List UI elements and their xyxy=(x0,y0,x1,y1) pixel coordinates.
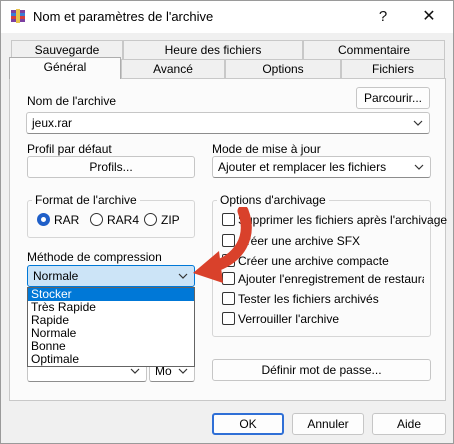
update-mode-value: Ajouter et remplacer les fichiers xyxy=(218,160,387,174)
tab-avance[interactable]: Avancé xyxy=(121,59,225,79)
help-title-button[interactable]: ? xyxy=(360,1,406,33)
chevron-down-icon xyxy=(178,273,188,279)
title-bar[interactable]: Nom et paramètres de l'archive ? ✕ xyxy=(1,1,453,33)
radio-rar-label: RAR xyxy=(54,213,80,227)
radio-zip[interactable] xyxy=(144,213,157,226)
tab-general[interactable]: Général xyxy=(9,57,121,79)
compression-dropdown-list: Stocker Très Rapide Rapide Normale Bonne… xyxy=(27,287,195,367)
tab-options[interactable]: Options xyxy=(225,59,341,79)
radio-rar4[interactable] xyxy=(90,213,103,226)
option-delete-after-label: Supprimer les fichiers après l'archivage xyxy=(238,213,448,227)
default-profile-label: Profil par défaut xyxy=(27,142,112,156)
update-mode-label: Mode de mise à jour xyxy=(212,142,321,156)
dropdown-option-optimale[interactable]: Optimale xyxy=(28,353,194,366)
radio-zip-label: ZIP xyxy=(161,213,180,227)
archiving-options-title: Options d'archivage xyxy=(217,193,329,207)
archive-dialog: Nom et paramètres de l'archive ? ✕ Sauve… xyxy=(0,0,454,444)
winrar-icon xyxy=(11,9,25,23)
update-mode-select[interactable]: Ajouter et remplacer les fichiers xyxy=(212,156,431,178)
set-password-button[interactable]: Définir mot de passe... xyxy=(212,359,431,381)
chevron-down-icon xyxy=(130,368,140,374)
profiles-button[interactable]: Profils... xyxy=(27,156,195,178)
option-solid-label: Créer une archive compacte xyxy=(238,254,389,268)
chevron-down-icon xyxy=(414,164,424,170)
window-title: Nom et paramètres de l'archive xyxy=(33,9,214,24)
archive-name-value: jeux.rar xyxy=(32,116,73,130)
browse-button[interactable]: Parcourir... xyxy=(356,87,430,109)
option-lock-archive-label: Verrouiller l'archive xyxy=(238,312,339,326)
checkbox-lock-archive[interactable] xyxy=(222,312,235,325)
archive-format-title: Format de l'archive xyxy=(32,193,140,207)
tab-fichiers[interactable]: Fichiers xyxy=(341,59,445,79)
ok-button[interactable]: OK xyxy=(212,413,284,435)
compression-method-select[interactable]: Normale xyxy=(27,265,195,287)
close-icon[interactable]: ✕ xyxy=(406,1,452,33)
option-test-files-label: Tester les fichiers archivés xyxy=(238,292,379,306)
red-arrow-annotation xyxy=(193,207,252,283)
archive-name-label: Nom de l'archive xyxy=(27,94,116,108)
archive-name-input[interactable]: jeux.rar xyxy=(26,112,430,134)
cancel-button[interactable]: Annuler xyxy=(292,413,364,435)
tab-heure-fichiers[interactable]: Heure des fichiers xyxy=(123,40,303,60)
option-recovery-record-label: Ajouter l'enregistrement de restauration xyxy=(238,272,424,286)
tab-commentaire[interactable]: Commentaire xyxy=(303,40,445,60)
help-button[interactable]: Aide xyxy=(372,413,446,435)
chevron-down-icon xyxy=(413,120,423,126)
chevron-down-icon xyxy=(178,368,188,374)
radio-rar4-label: RAR4 xyxy=(107,213,140,227)
radio-rar[interactable] xyxy=(37,213,50,226)
compression-method-value: Normale xyxy=(33,269,79,283)
compression-method-label: Méthode de compression xyxy=(27,250,162,264)
